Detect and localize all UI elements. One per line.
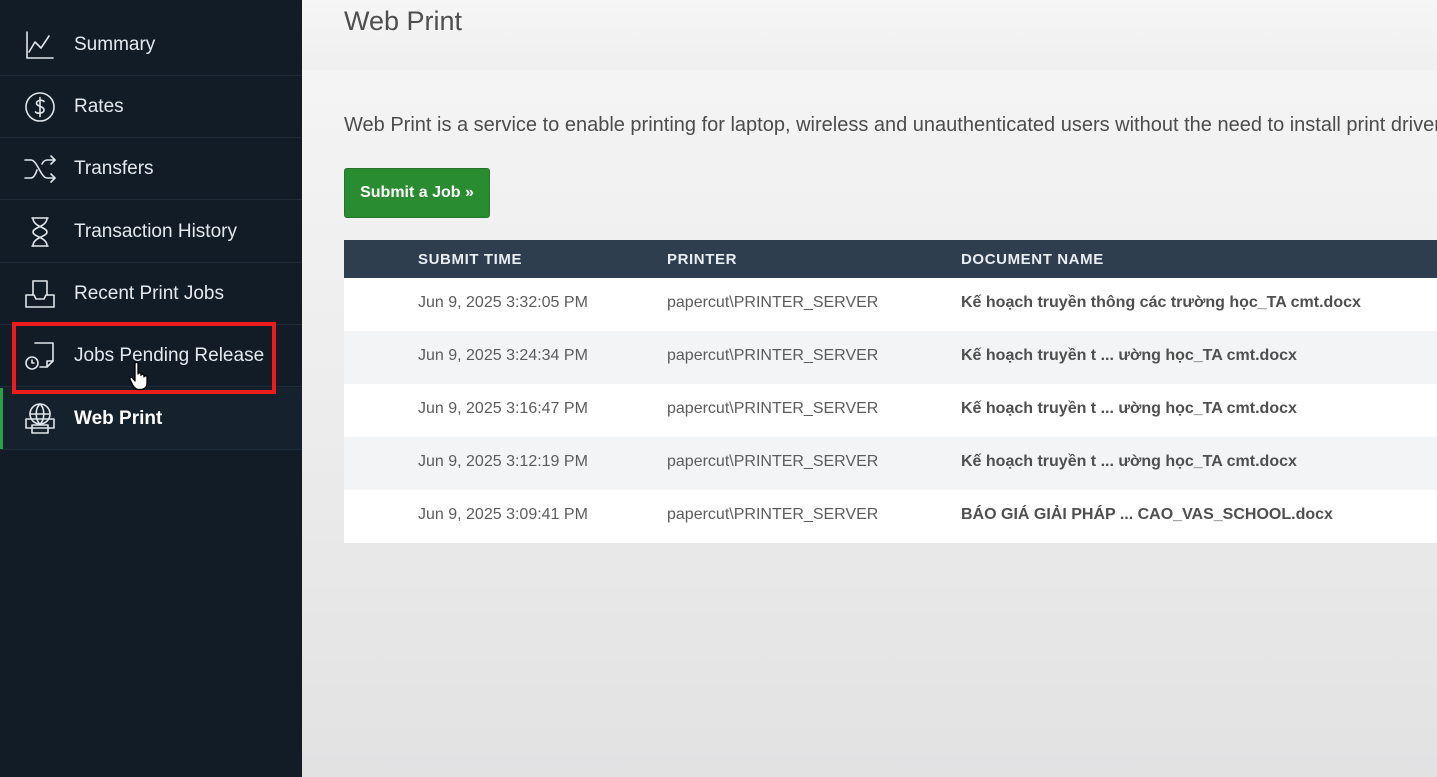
sidebar-item-label: Transaction History bbox=[74, 220, 237, 242]
document-name-cell: BÁO GIÁ GIẢI PHÁP ... CAO_VAS_SCHOOL.doc… bbox=[961, 506, 1333, 523]
sidebar: Summary Rates Transfers Transaction Hist… bbox=[0, 0, 302, 777]
hand-cursor-icon bbox=[129, 361, 148, 391]
column-header-submit-time[interactable]: SUBMIT TIME bbox=[418, 251, 522, 268]
document-name-cell: Kế hoạch truyền t ... ường học_TA cmt.do… bbox=[961, 453, 1297, 470]
sidebar-item-summary[interactable]: Summary bbox=[0, 14, 302, 76]
sidebar-item-transfers[interactable]: Transfers bbox=[0, 138, 302, 200]
sidebar-item-label: Recent Print Jobs bbox=[74, 282, 224, 304]
inbox-tray-icon bbox=[22, 276, 58, 312]
table-row[interactable]: Jun 9, 2025 3:32:05 PM papercut\PRINTER_… bbox=[344, 278, 1437, 331]
table-row[interactable]: Jun 9, 2025 3:09:41 PM papercut\PRINTER_… bbox=[344, 490, 1437, 543]
sidebar-item-rates[interactable]: Rates bbox=[0, 76, 302, 138]
sidebar-item-label: Rates bbox=[74, 95, 124, 117]
submit-time-cell: Jun 9, 2025 3:12:19 PM bbox=[418, 453, 588, 470]
printer-cell: papercut\PRINTER_SERVER bbox=[667, 294, 879, 311]
shuffle-icon bbox=[22, 151, 58, 187]
submit-time-cell: Jun 9, 2025 3:32:05 PM bbox=[418, 294, 588, 311]
column-header-printer[interactable]: PRINTER bbox=[667, 251, 737, 268]
table-row[interactable]: Jun 9, 2025 3:16:47 PM papercut\PRINTER_… bbox=[344, 384, 1437, 437]
submit-time-cell: Jun 9, 2025 3:16:47 PM bbox=[418, 400, 588, 417]
sidebar-item-web-print[interactable]: Web Print bbox=[0, 388, 302, 450]
page-title: Web Print bbox=[344, 6, 463, 36]
sidebar-item-transaction-history[interactable]: Transaction History bbox=[0, 201, 302, 263]
sidebar-item-label: Jobs Pending Release bbox=[74, 344, 265, 366]
document-name-cell: Kế hoạch truyền t ... ường học_TA cmt.do… bbox=[961, 347, 1297, 364]
dollar-circle-icon bbox=[22, 89, 58, 125]
printer-cell: papercut\PRINTER_SERVER bbox=[667, 506, 879, 523]
table-header: SUBMIT TIME PRINTER DOCUMENT NAME bbox=[344, 240, 1437, 278]
sidebar-item-label: Transfers bbox=[74, 157, 154, 179]
globe-printer-icon bbox=[22, 401, 58, 437]
sidebar-item-label: Summary bbox=[74, 33, 156, 55]
hourglass-icon bbox=[22, 214, 58, 250]
page-description: Web Print is a service to enable printin… bbox=[344, 114, 1437, 136]
printer-cell: papercut\PRINTER_SERVER bbox=[667, 347, 879, 364]
submit-time-cell: Jun 9, 2025 3:24:34 PM bbox=[418, 347, 588, 364]
document-clock-icon bbox=[22, 338, 58, 374]
submit-time-cell: Jun 9, 2025 3:09:41 PM bbox=[418, 506, 588, 523]
printer-cell: papercut\PRINTER_SERVER bbox=[667, 453, 879, 470]
main-content: Web Print is a service to enable printin… bbox=[302, 70, 1437, 777]
submit-job-button[interactable]: Submit a Job » bbox=[344, 168, 490, 218]
page-header: Web Print bbox=[302, 0, 1437, 71]
table-row[interactable]: Jun 9, 2025 3:12:19 PM papercut\PRINTER_… bbox=[344, 437, 1437, 490]
line-chart-icon bbox=[22, 27, 58, 63]
column-header-document-name[interactable]: DOCUMENT NAME bbox=[961, 251, 1104, 268]
sidebar-item-recent-print-jobs[interactable]: Recent Print Jobs bbox=[0, 263, 302, 325]
document-name-cell: Kế hoạch truyền t ... ường học_TA cmt.do… bbox=[961, 400, 1297, 417]
sidebar-item-label: Web Print bbox=[74, 407, 163, 429]
document-name-cell: Kế hoạch truyền thông các trường học_TA … bbox=[961, 294, 1361, 311]
print-jobs-table: SUBMIT TIME PRINTER DOCUMENT NAME Jun 9,… bbox=[344, 240, 1437, 543]
table-row[interactable]: Jun 9, 2025 3:24:34 PM papercut\PRINTER_… bbox=[344, 331, 1437, 384]
printer-cell: papercut\PRINTER_SERVER bbox=[667, 400, 879, 417]
